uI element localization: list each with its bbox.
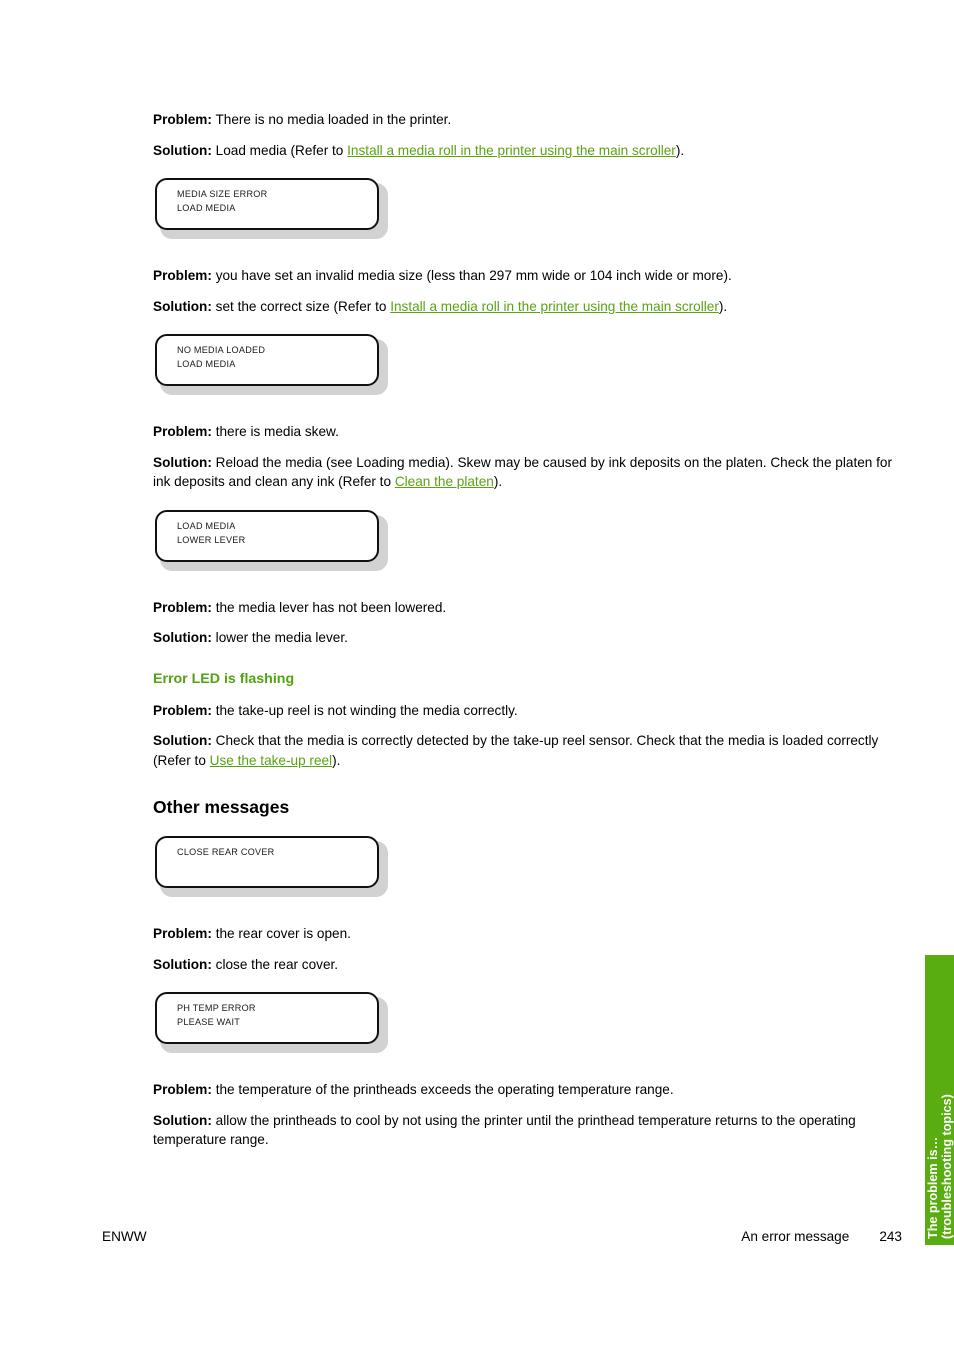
lcd-line-1: PH TEMP ERROR xyxy=(177,1003,256,1013)
solution-paragraph-6: Solution: close the rear cover. xyxy=(153,955,893,975)
solution-text: lower the media lever. xyxy=(211,630,348,645)
solution-text: close the rear cover. xyxy=(211,956,339,972)
problem-text: the rear cover is open. xyxy=(211,926,351,941)
cross-reference-link[interactable]: Use the take-up reel xyxy=(210,753,332,768)
problem-text: the take-up reel is not winding the medi… xyxy=(211,702,518,718)
lcd-text-area: LOAD MEDIA LOWER LEVER xyxy=(177,519,381,547)
section-heading-other-messages: Other messages xyxy=(153,797,290,817)
lcd-line-2: LOAD MEDIA xyxy=(177,359,236,369)
lcd-line-2: PLEASE WAIT xyxy=(177,1017,241,1027)
lcd-text-area: NO MEDIA LOADED LOAD MEDIA xyxy=(177,343,381,371)
chapter-thumb-tab-text: The problem is… (troubleshooting topics) xyxy=(925,955,954,1245)
lcd-display-panel-3: LOAD MEDIA LOWER LEVER xyxy=(155,509,389,572)
footer-right-group: An error message 243 xyxy=(741,1229,902,1244)
solution-paragraph-4: Solution: lower the media lever. xyxy=(153,628,893,648)
footer-locale-code: ENWW xyxy=(102,1229,147,1244)
chapter-tab-line-2: (troubleshooting topics) xyxy=(939,1094,954,1239)
solution-label: Solution: xyxy=(153,142,212,158)
chapter-thumb-tab: The problem is… (troubleshooting topics) xyxy=(925,955,954,1245)
problem-paragraph-6: Problem: the rear cover is open. xyxy=(153,924,893,944)
solution-text: allow the printheads to cool by not usin… xyxy=(153,1112,856,1148)
solution-label: Solution: xyxy=(153,733,212,748)
section-heading-error-led: Error LED is flashing xyxy=(153,670,295,687)
solution-text-tail: ). xyxy=(493,474,503,489)
page-footer: ENWW An error message 243 xyxy=(102,1229,902,1249)
lcd-line-1: MEDIA SIZE ERROR xyxy=(177,189,268,199)
document-page: Problem: There is no media loaded in the… xyxy=(0,0,954,1352)
problem-paragraph-1: Problem: There is no media loaded in the… xyxy=(153,110,893,130)
solution-text-tail: ). xyxy=(675,142,685,158)
lcd-text-area: CLOSE REAR COVER xyxy=(177,845,381,859)
lcd-text-area: PH TEMP ERROR PLEASE WAIT xyxy=(177,1001,381,1029)
problem-label: Problem: xyxy=(153,112,212,127)
page-content: Problem: There is no media loaded in the… xyxy=(153,110,893,1161)
lcd-display-panel-2: NO MEDIA LOADED LOAD MEDIA xyxy=(155,334,389,396)
lcd-line-1: LOAD MEDIA xyxy=(177,520,236,531)
problem-label: Problem: xyxy=(153,268,212,283)
problem-paragraph-5: Problem: the take-up reel is not winding… xyxy=(153,701,893,721)
problem-label: Problem: xyxy=(153,1082,212,1097)
problem-text: the media lever has not been lowered. xyxy=(211,599,447,615)
solution-label: Solution: xyxy=(153,298,212,314)
lcd-line-1: CLOSE REAR COVER xyxy=(177,847,275,857)
solution-text-tail: ). xyxy=(718,298,728,314)
solution-text-tail: ). xyxy=(332,752,341,768)
lcd-screen xyxy=(155,836,379,888)
lcd-display-panel-1: MEDIA SIZE ERROR LOAD MEDIA xyxy=(155,178,389,240)
lcd-display-panel-5: PH TEMP ERROR PLEASE WAIT xyxy=(155,992,389,1054)
chapter-tab-line-1: The problem is… xyxy=(925,1136,940,1239)
lcd-line-2: LOWER LEVER xyxy=(177,534,246,545)
cross-reference-link[interactable]: Clean the platen xyxy=(395,474,494,489)
page-number: 243 xyxy=(879,1229,902,1244)
solution-paragraph-5: Solution: Check that the media is correc… xyxy=(153,731,893,770)
lcd-text-area: MEDIA SIZE ERROR LOAD MEDIA xyxy=(177,187,381,215)
problem-text: you have set an invalid media size (less… xyxy=(211,268,732,283)
solution-paragraph-3: Solution: Reload the media (see Loading … xyxy=(153,453,893,492)
problem-label: Problem: xyxy=(153,424,212,439)
cross-reference-link[interactable]: Install a media roll in the printer usin… xyxy=(390,299,719,314)
solution-paragraph-1: Solution: Load media (Refer to Install a… xyxy=(153,141,893,161)
problem-paragraph-7: Problem: the temperature of the printhea… xyxy=(153,1080,893,1100)
solution-paragraph-7: Solution: allow the printheads to cool b… xyxy=(153,1111,893,1150)
footer-section-title: An error message xyxy=(741,1229,850,1244)
lcd-display-panel-4: CLOSE REAR COVER xyxy=(155,836,389,898)
problem-text: the temperature of the printheads exceed… xyxy=(211,1082,674,1097)
solution-label: Solution: xyxy=(153,956,212,972)
problem-paragraph-4: Problem: the media lever has not been lo… xyxy=(153,598,893,618)
solution-text: Load media (Refer to xyxy=(211,142,348,158)
solution-label: Solution: xyxy=(153,1112,212,1128)
problem-text: there is media skew. xyxy=(211,424,339,439)
problem-label: Problem: xyxy=(153,702,212,718)
solution-label: Solution: xyxy=(153,630,212,645)
solution-paragraph-2: Solution: set the correct size (Refer to… xyxy=(153,297,893,317)
problem-paragraph-2: Problem: you have set an invalid media s… xyxy=(153,266,893,286)
problem-label: Problem: xyxy=(153,926,212,941)
cross-reference-link[interactable]: Install a media roll in the printer usin… xyxy=(347,143,676,158)
problem-paragraph-3: Problem: there is media skew. xyxy=(153,422,893,442)
solution-label: Solution: xyxy=(153,454,212,470)
problem-text: There is no media loaded in the printer. xyxy=(211,112,452,127)
solution-text: set the correct size (Refer to xyxy=(211,298,391,314)
solution-text: Reload the media (see Loading media). Sk… xyxy=(153,454,892,490)
lcd-line-1: NO MEDIA LOADED xyxy=(177,345,266,355)
lcd-line-2: LOAD MEDIA xyxy=(177,203,236,213)
problem-label: Problem: xyxy=(153,599,212,615)
